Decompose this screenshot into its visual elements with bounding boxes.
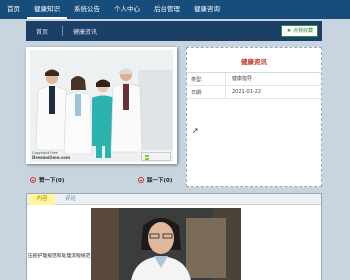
photo-caption: Copyright Free Dreamstime.com [32, 151, 70, 160]
downvote-button[interactable]: 踩一下(0) [138, 176, 172, 184]
nav-item-home[interactable]: 首页 [0, 0, 27, 19]
photo-caption-line2: Dreamstime.com [32, 154, 71, 160]
favorite-button[interactable]: ★ 点我收藏 [281, 25, 318, 37]
breadcrumb-home[interactable]: 首页 [36, 27, 48, 36]
breadcrumb-separator [62, 26, 64, 36]
mouse-cursor-icon: ➚ [192, 126, 199, 135]
article-content-text: 压疮护理规范和处理流程规范 [28, 254, 91, 259]
nav-item-health-consult[interactable]: 健康咨询 [187, 0, 227, 19]
tab-content[interactable]: 内容 [29, 194, 55, 205]
info-row-type: 类型: 健康指导 [187, 72, 321, 86]
upvote-button[interactable]: 赞一下(0) [30, 176, 64, 184]
watermark-badge [141, 152, 171, 161]
info-date-value: 2021-01-22 [225, 85, 261, 99]
downvote-label: 踩一下(0) [147, 178, 173, 184]
tab-comments[interactable]: 评论 [65, 194, 76, 205]
content-tabs-panel: 内容 评论 压疮护理规范和处理流程规范 [26, 193, 322, 280]
info-title: 健康资讯 [241, 58, 267, 66]
doctors-photo: Copyright Free Dreamstime.com [30, 50, 173, 162]
thumbs-down-icon [138, 177, 144, 183]
favorite-button-label: 点我收藏 [292, 28, 313, 34]
info-type-value: 健康指导 [225, 72, 252, 86]
info-type-label: 类型: [191, 76, 203, 83]
nav-item-announcements[interactable]: 系统公告 [67, 0, 107, 19]
article-image-card: Copyright Free Dreamstime.com [26, 47, 177, 164]
info-row-date: 日期: 2021-01-22 [187, 85, 321, 99]
article-video-frame[interactable] [91, 208, 241, 280]
thumbs-up-icon [30, 177, 36, 183]
star-icon: ★ [286, 28, 292, 34]
nav-item-personal-center[interactable]: 个人中心 [107, 0, 147, 19]
breadcrumb-current: 健康资讯 [73, 28, 98, 36]
video-still [91, 208, 241, 280]
upvote-label: 赞一下(0) [39, 178, 65, 184]
nav-item-health-knowledge[interactable]: 健康知识 [27, 0, 67, 19]
tab-bar: 内容 评论 [27, 194, 321, 205]
info-date-label: 日期: [191, 89, 203, 96]
doctors-illustration [30, 50, 173, 162]
top-navigation: 首页 健康知识 系统公告 个人中心 后台管理 健康咨询 [0, 0, 350, 19]
breadcrumb: 首页 健康资讯 ★ 点我收藏 [26, 21, 322, 41]
nav-item-admin[interactable]: 后台管理 [147, 0, 187, 19]
article-info-card: 健康资讯 类型: 健康指导 日期: 2021-01-22 [186, 47, 322, 187]
